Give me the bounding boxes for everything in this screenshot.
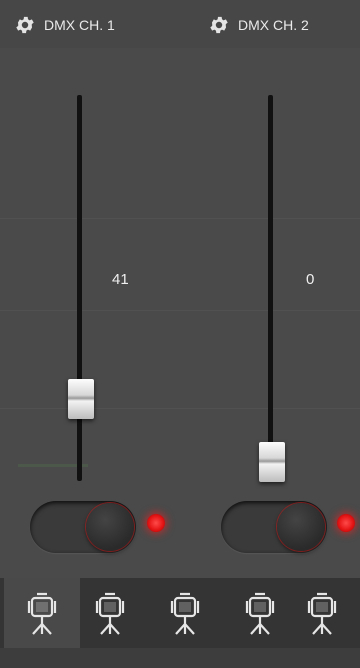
channel-2-status-led	[337, 514, 355, 532]
fixture-tab-bar	[0, 578, 360, 648]
fixture-tab-3[interactable]	[147, 578, 223, 648]
fader-handle-1[interactable]	[68, 379, 94, 419]
spotlight-icon	[305, 590, 339, 636]
fader-track-1[interactable]	[77, 95, 82, 481]
gear-icon	[208, 14, 230, 36]
toggle-knob	[277, 503, 325, 551]
spotlight-icon	[25, 590, 59, 636]
fader-handle-2[interactable]	[259, 442, 285, 482]
gear-icon	[14, 14, 36, 36]
channel-1-settings[interactable]: DMX CH. 1	[14, 14, 115, 36]
channel-2-toggle[interactable]	[221, 501, 327, 553]
fader-track-2[interactable]	[268, 95, 273, 481]
spotlight-icon	[93, 590, 127, 636]
channel-2-settings[interactable]: DMX CH. 2	[208, 14, 309, 36]
spotlight-icon	[168, 590, 202, 636]
channel-1-label: DMX CH. 1	[44, 17, 115, 33]
fixture-tab-1[interactable]	[4, 578, 80, 648]
fixture-tab-5[interactable]	[284, 578, 360, 648]
toggle-knob	[86, 503, 134, 551]
fader-value-2: 0	[306, 271, 315, 288]
background-ghost-layer	[0, 48, 360, 578]
header: DMX CH. 1 DMX CH. 2	[0, 0, 360, 48]
spotlight-icon	[243, 590, 277, 636]
fixture-tab-2[interactable]	[72, 578, 148, 648]
fader-value-1: 41	[112, 271, 129, 288]
channel-1-status-led	[147, 514, 165, 532]
channel-1-toggle[interactable]	[30, 501, 136, 553]
bottom-strip	[0, 648, 360, 668]
channel-2-label: DMX CH. 2	[238, 17, 309, 33]
